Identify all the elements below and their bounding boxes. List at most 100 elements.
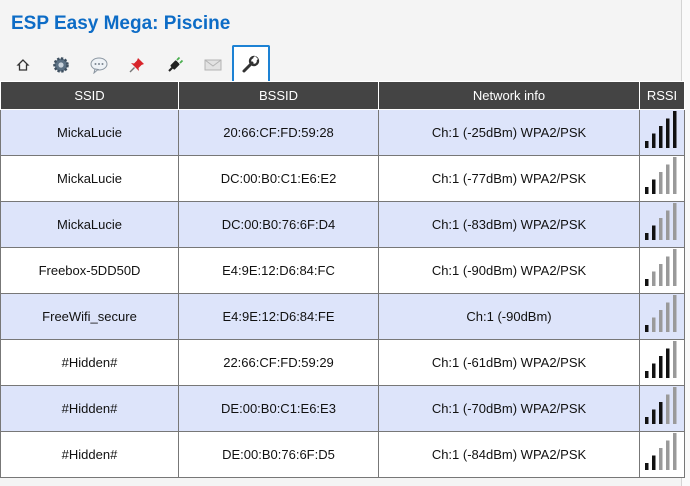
signal-bar bbox=[652, 133, 656, 148]
signal-bar bbox=[652, 455, 656, 470]
signal-bar bbox=[645, 463, 649, 470]
signal-bar bbox=[673, 433, 677, 470]
signal-strength-icon bbox=[645, 156, 679, 194]
signal-bar bbox=[645, 187, 649, 194]
signal-bar bbox=[652, 225, 656, 240]
signal-bar bbox=[659, 356, 663, 378]
signal-bar bbox=[652, 179, 656, 194]
signal-bar bbox=[645, 279, 649, 286]
signal-bar bbox=[659, 172, 663, 194]
plug-icon bbox=[168, 56, 184, 72]
ssid-cell: Freebox-5DD50D bbox=[0, 247, 179, 294]
main-tabs bbox=[4, 45, 270, 81]
network-info-cell: Ch:1 (-84dBm) WPA2/PSK bbox=[378, 431, 640, 478]
column-header-ssid: SSID bbox=[0, 81, 179, 110]
network-info-cell: Ch:1 (-61dBm) WPA2/PSK bbox=[378, 339, 640, 386]
signal-bar bbox=[666, 440, 670, 470]
table-row: Freebox-5DD50D E4:9E:12:D6:84:FC Ch:1 (-… bbox=[0, 247, 685, 294]
signal-bar bbox=[659, 402, 663, 424]
ssid-cell: MickaLucie bbox=[0, 155, 179, 202]
rssi-cell bbox=[639, 339, 685, 386]
rssi-cell bbox=[639, 109, 685, 156]
rssi-cell bbox=[639, 293, 685, 340]
signal-bar bbox=[666, 210, 670, 240]
rssi-cell bbox=[639, 247, 685, 294]
network-info-cell: Ch:1 (-90dBm) WPA2/PSK bbox=[378, 247, 640, 294]
signal-bar bbox=[645, 325, 649, 332]
bssid-cell: DE:00:B0:76:6F:D5 bbox=[178, 431, 379, 478]
signal-strength-icon bbox=[645, 248, 679, 286]
network-info-cell: Ch:1 (-90dBm) bbox=[378, 293, 640, 340]
signal-bar bbox=[659, 218, 663, 240]
signal-strength-icon bbox=[645, 340, 679, 378]
signal-bar bbox=[666, 164, 670, 194]
signal-bar bbox=[659, 310, 663, 332]
signal-bar bbox=[673, 111, 677, 148]
bssid-cell: 22:66:CF:FD:59:29 bbox=[178, 339, 379, 386]
ssid-cell: MickaLucie bbox=[0, 109, 179, 156]
network-info-cell: Ch:1 (-77dBm) WPA2/PSK bbox=[378, 155, 640, 202]
bssid-cell: DC:00:B0:76:6F:D4 bbox=[178, 201, 379, 248]
wrench-icon bbox=[242, 55, 260, 73]
signal-bar bbox=[659, 126, 663, 148]
signal-bar bbox=[666, 348, 670, 378]
signal-bar bbox=[673, 249, 677, 286]
tab-hardware[interactable] bbox=[118, 47, 156, 81]
rssi-cell bbox=[639, 201, 685, 248]
column-header-rssi: RSSI bbox=[639, 81, 685, 110]
column-header-network-info: Network info bbox=[378, 81, 640, 110]
envelope-icon bbox=[204, 59, 222, 70]
table-row: MickaLucie DC:00:B0:76:6F:D4 Ch:1 (-83dB… bbox=[0, 201, 685, 248]
table-row: #Hidden# DE:00:B0:76:6F:D5 Ch:1 (-84dBm)… bbox=[0, 431, 685, 478]
wifi-scan-table: SSID BSSID Network info RSSI MickaLucie … bbox=[0, 81, 685, 478]
table-row: MickaLucie DC:00:B0:C1:E6:E2 Ch:1 (-77dB… bbox=[0, 155, 685, 202]
signal-bar bbox=[673, 341, 677, 378]
signal-bar bbox=[673, 295, 677, 332]
signal-bar bbox=[652, 317, 656, 332]
signal-bar bbox=[652, 363, 656, 378]
signal-bar bbox=[673, 203, 677, 240]
signal-bar bbox=[652, 409, 656, 424]
ssid-cell: MickaLucie bbox=[0, 201, 179, 248]
tab-devices[interactable] bbox=[156, 47, 194, 81]
tab-config[interactable] bbox=[42, 47, 80, 81]
signal-strength-icon bbox=[645, 386, 679, 424]
gear-icon bbox=[53, 56, 69, 73]
table-header-row: SSID BSSID Network info RSSI bbox=[0, 81, 685, 110]
signal-strength-icon bbox=[645, 432, 679, 470]
page-title: ESP Easy Mega: Piscine bbox=[11, 13, 231, 34]
signal-bar bbox=[652, 271, 656, 286]
bssid-cell: DE:00:B0:C1:E6:E3 bbox=[178, 385, 379, 432]
network-info-cell: Ch:1 (-70dBm) WPA2/PSK bbox=[378, 385, 640, 432]
bssid-cell: E4:9E:12:D6:84:FE bbox=[178, 293, 379, 340]
signal-bar bbox=[659, 264, 663, 286]
table-row: FreeWifi_secure E4:9E:12:D6:84:FE Ch:1 (… bbox=[0, 293, 685, 340]
signal-bar bbox=[659, 448, 663, 470]
ssid-cell: #Hidden# bbox=[0, 339, 179, 386]
signal-bar bbox=[673, 157, 677, 194]
signal-strength-icon bbox=[645, 110, 679, 148]
rssi-cell bbox=[639, 385, 685, 432]
table-row: #Hidden# DE:00:B0:C1:E6:E3 Ch:1 (-70dBm)… bbox=[0, 385, 685, 432]
tab-notifications[interactable] bbox=[194, 47, 232, 81]
network-info-cell: Ch:1 (-25dBm) WPA2/PSK bbox=[378, 109, 640, 156]
rssi-cell bbox=[639, 155, 685, 202]
signal-bar bbox=[645, 141, 649, 148]
signal-bar bbox=[645, 371, 649, 378]
tab-controllers[interactable] bbox=[80, 47, 118, 81]
bssid-cell: E4:9E:12:D6:84:FC bbox=[178, 247, 379, 294]
tab-main[interactable] bbox=[4, 47, 42, 81]
signal-strength-icon bbox=[645, 294, 679, 332]
bssid-cell: DC:00:B0:C1:E6:E2 bbox=[178, 155, 379, 202]
signal-bar bbox=[666, 302, 670, 332]
ssid-cell: FreeWifi_secure bbox=[0, 293, 179, 340]
signal-bar bbox=[666, 394, 670, 424]
signal-bar bbox=[666, 118, 670, 148]
tab-tools[interactable] bbox=[232, 45, 270, 81]
signal-bar bbox=[666, 256, 670, 286]
column-header-bssid: BSSID bbox=[178, 81, 379, 110]
signal-bar bbox=[645, 233, 649, 240]
pushpin-icon bbox=[129, 57, 144, 72]
speech-bubble-icon bbox=[90, 57, 108, 74]
signal-bar bbox=[673, 387, 677, 424]
